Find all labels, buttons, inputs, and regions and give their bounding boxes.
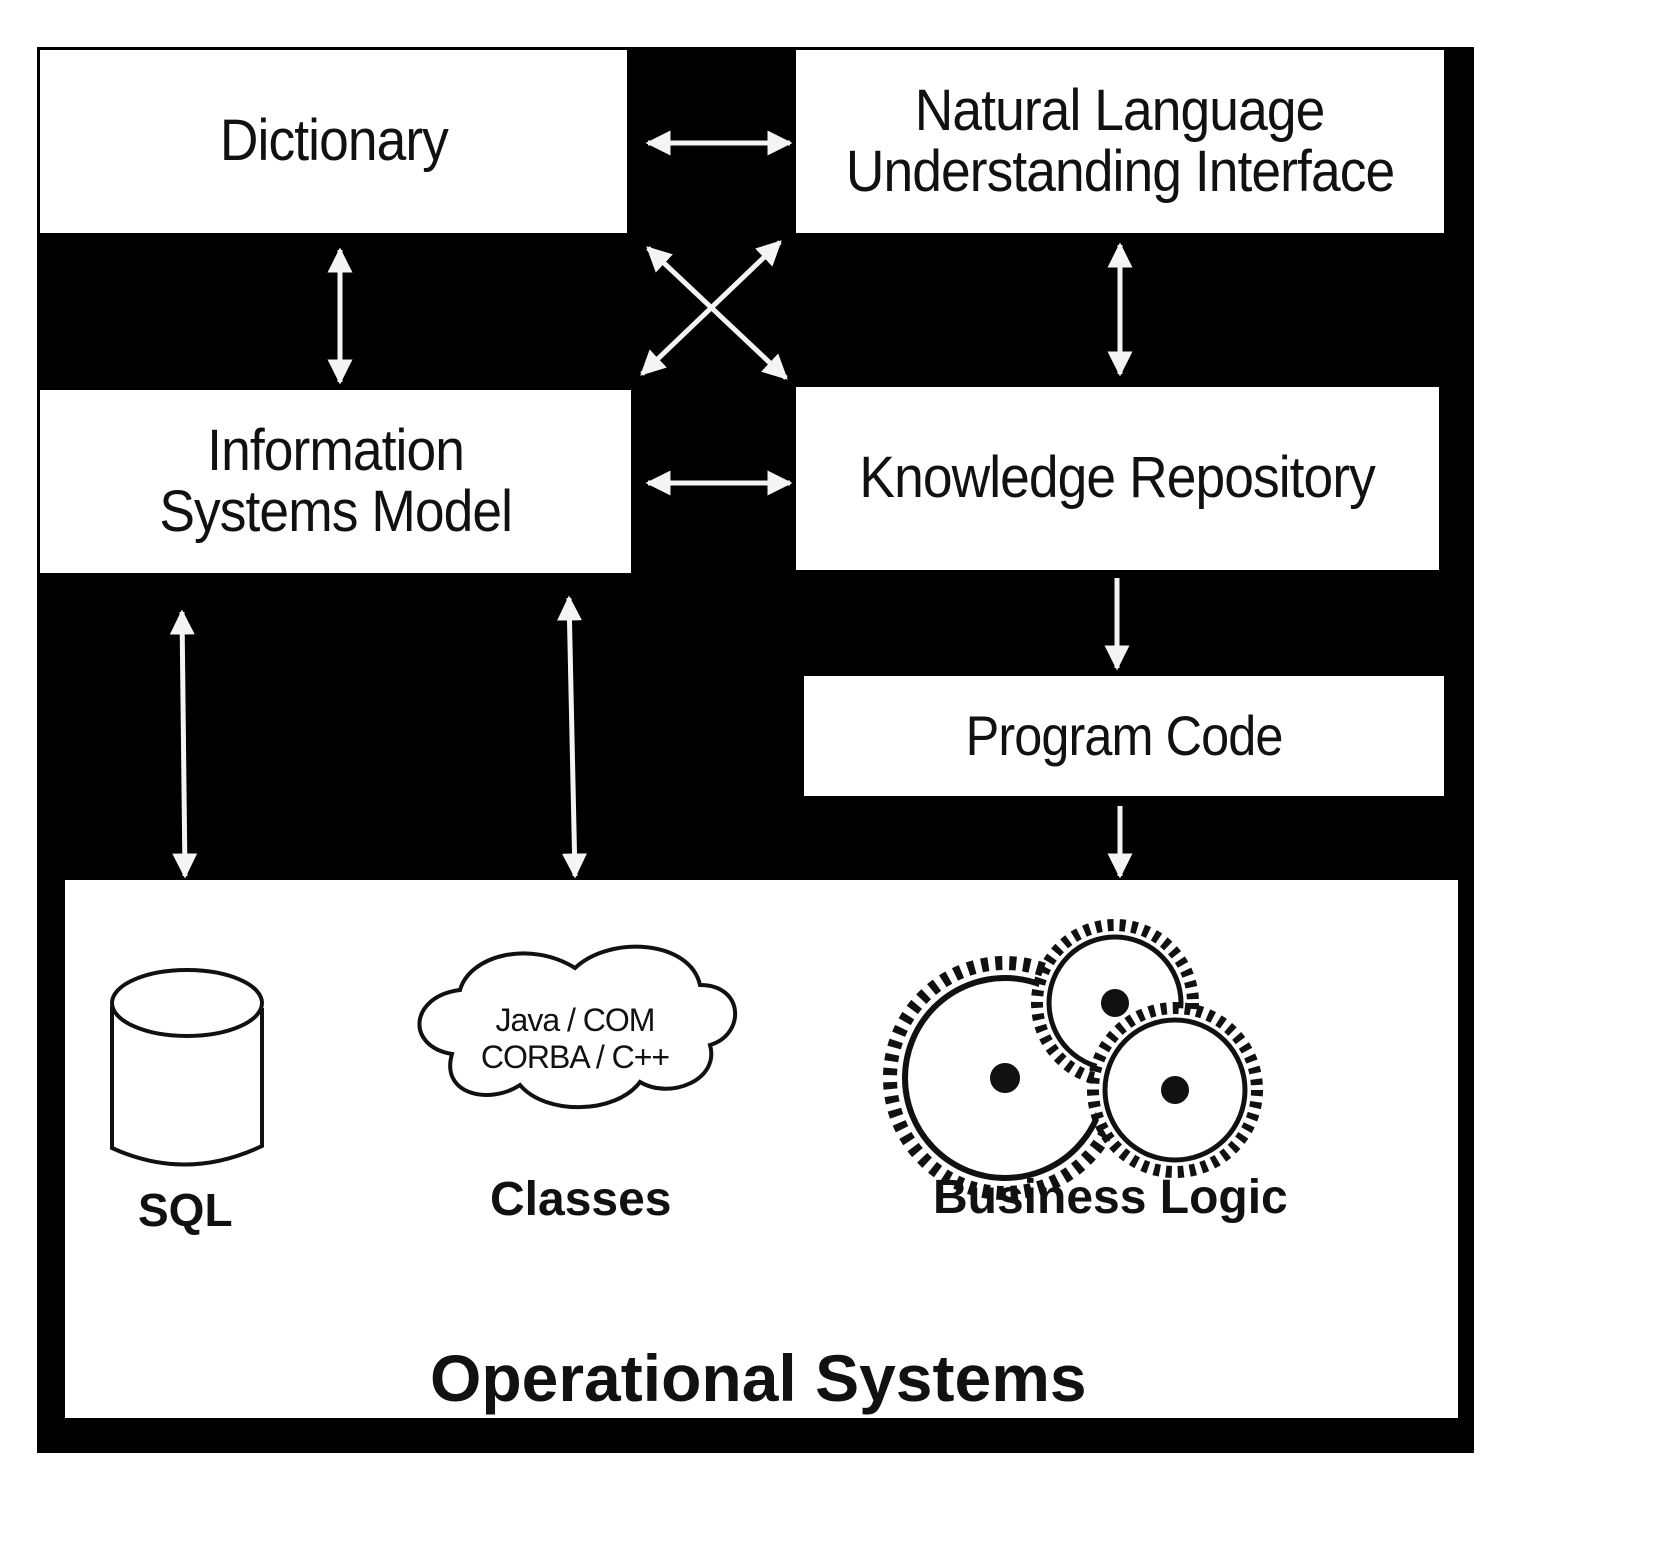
operational-systems-title: Operational Systems <box>430 1341 1087 1415</box>
ism-label-line1: Information <box>207 417 465 483</box>
cloud-text: Java / COM CORBA / C++ <box>455 1002 695 1076</box>
knowledge-repository-label: Knowledge Repository <box>859 445 1376 511</box>
program-code-box: Program Code <box>804 676 1444 796</box>
nlu-label-line2: Understanding Interface <box>845 138 1395 204</box>
dictionary-label: Dictionary <box>219 108 448 174</box>
cloud-text-line1: Java / COM <box>495 1002 656 1038</box>
nlu-interface-box: Natural Language Understanding Interface <box>796 50 1444 233</box>
sql-label: SQL <box>138 1184 233 1236</box>
information-systems-model-box: Information Systems Model <box>40 390 631 573</box>
knowledge-repository-box: Knowledge Repository <box>796 387 1439 570</box>
nlu-label-line1: Natural Language <box>915 77 1325 143</box>
dictionary-box: Dictionary <box>40 50 627 233</box>
business-logic-label: Business Logic <box>933 1171 1288 1224</box>
program-code-label: Program Code <box>965 703 1284 767</box>
cloud-text-line2: CORBA / C++ <box>480 1038 670 1075</box>
classes-label: Classes <box>490 1173 672 1226</box>
operational-systems-panel <box>65 880 1458 1418</box>
ism-label-line2: Systems Model <box>159 478 513 544</box>
